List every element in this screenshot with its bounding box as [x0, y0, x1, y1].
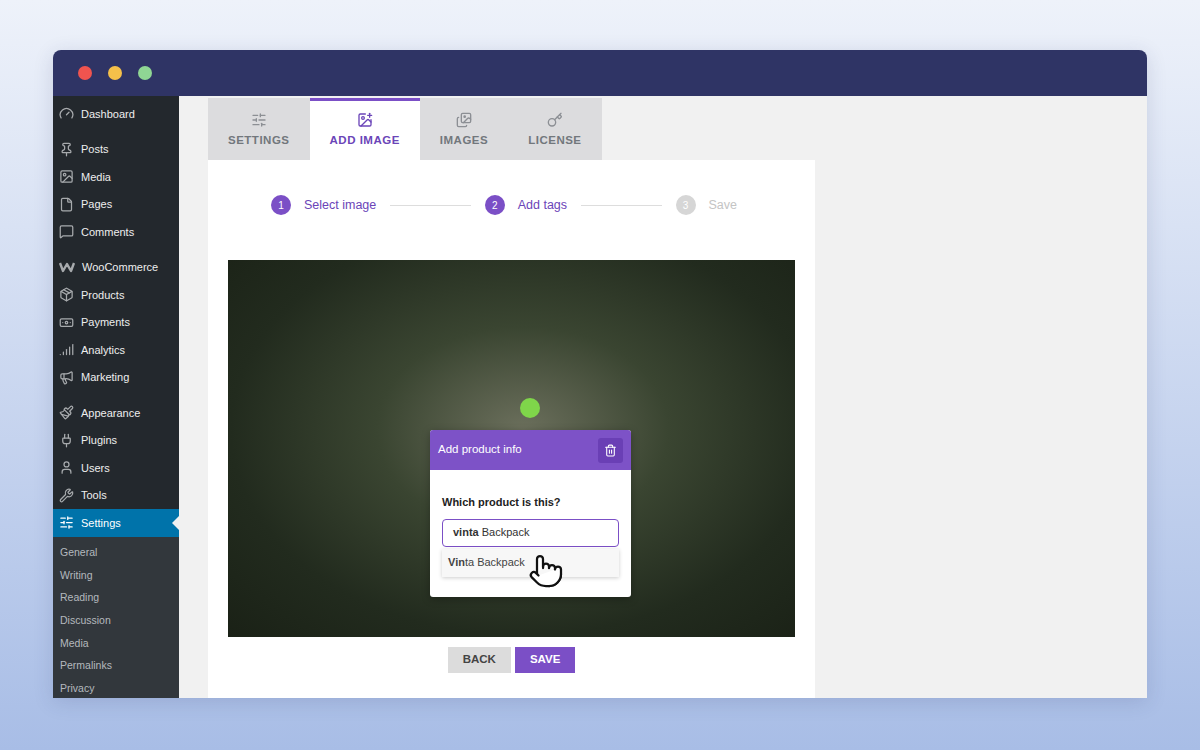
- product-input[interactable]: vinta Backpack: [442, 519, 619, 547]
- step-line: [581, 205, 661, 206]
- tab[interactable]: ADD IMAGE: [310, 98, 420, 160]
- sidebar-item[interactable]: Plugins: [53, 427, 179, 455]
- menu-icon: [59, 197, 74, 212]
- tab[interactable]: SETTINGS: [208, 98, 310, 160]
- sidebar-item[interactable]: Dashboard: [53, 100, 179, 128]
- tab[interactable]: LICENSE: [508, 98, 601, 160]
- submenu-item[interactable]: Discussion: [53, 610, 179, 633]
- step-number: 1: [271, 195, 291, 215]
- submenu-item[interactable]: Media: [53, 632, 179, 655]
- stepper: 1Select image 2Add tags 3Save: [208, 195, 815, 215]
- menu-icon: [59, 515, 74, 530]
- step: 1Select image: [271, 195, 376, 215]
- tab-icon: [251, 112, 267, 128]
- window-control[interactable]: [108, 66, 122, 80]
- delete-button[interactable]: [598, 438, 623, 463]
- button-row: BACKSAVE: [208, 647, 815, 673]
- action-button[interactable]: SAVE: [515, 647, 575, 673]
- question-label: Which product is this?: [442, 494, 619, 511]
- menu-icon: [59, 142, 74, 157]
- sidebar-item[interactable]: Settings: [53, 509, 179, 537]
- tag-marker[interactable]: [520, 398, 540, 418]
- popup-header: Add product info: [430, 430, 631, 470]
- sidebar-item[interactable]: Payments: [53, 309, 179, 337]
- menu-icon: [59, 460, 74, 475]
- tab-icon: [456, 112, 472, 128]
- menu-icon: [59, 169, 74, 184]
- menu-icon: [59, 106, 74, 121]
- menu-icon: [59, 433, 74, 448]
- sidebar-item[interactable]: Pages: [53, 191, 179, 219]
- step-number: 2: [485, 195, 505, 215]
- step: 3Save: [676, 195, 738, 215]
- woocommerce-icon: [59, 261, 75, 273]
- desktop: DashboardPostsMediaPagesCommentsWooComme…: [0, 0, 1200, 750]
- window: DashboardPostsMediaPagesCommentsWooComme…: [53, 50, 1147, 698]
- tab-icon: [547, 112, 563, 128]
- window-body: DashboardPostsMediaPagesCommentsWooComme…: [53, 96, 1147, 698]
- menu-icon: [59, 370, 74, 385]
- menu-icon: [59, 342, 74, 357]
- step: 2Add tags: [485, 195, 567, 215]
- tab[interactable]: IMAGES: [420, 98, 508, 160]
- sidebar-item[interactable]: Analytics: [53, 336, 179, 364]
- action-button[interactable]: BACK: [448, 647, 511, 673]
- title-bar: [53, 50, 1147, 96]
- submenu-item[interactable]: Reading: [53, 587, 179, 610]
- sidebar-item[interactable]: WooCommerce: [53, 254, 179, 282]
- hand-pointer-icon: [528, 553, 564, 589]
- sidebar-item[interactable]: Comments: [53, 218, 179, 246]
- step-number: 3: [676, 195, 696, 215]
- menu-icon: [59, 315, 74, 330]
- popup-body: Which product is this? vinta BackpackVint…: [430, 470, 631, 597]
- submenu-item[interactable]: General: [53, 542, 179, 565]
- sidebar-group: Dashboard: [53, 100, 179, 128]
- current-arrow: [172, 516, 179, 530]
- tag-popup: Add product info Which product is this? vi…: [430, 430, 631, 597]
- menu-icon: [59, 488, 74, 503]
- submenu-item[interactable]: Privacy: [53, 678, 179, 698]
- sidebar-item[interactable]: Media: [53, 163, 179, 191]
- sidebar: DashboardPostsMediaPagesCommentsWooComme…: [53, 96, 179, 698]
- hand-cursor: [528, 553, 564, 589]
- window-control[interactable]: [78, 66, 92, 80]
- tab-icon: [357, 112, 373, 128]
- sidebar-item[interactable]: Posts: [53, 136, 179, 164]
- menu-icon: [59, 405, 74, 420]
- tab-bar: SETTINGSADD IMAGEIMAGESLICENSE: [208, 98, 1147, 160]
- submenu: GeneralWritingReadingDiscussionMediaPerm…: [53, 537, 179, 699]
- sidebar-group: WooCommerceProductsPaymentsAnalyticsMark…: [53, 254, 179, 392]
- panel: 1Select image 2Add tags 3Save Add product i…: [208, 160, 815, 698]
- trash-icon: [604, 444, 617, 457]
- submenu-item[interactable]: Permalinks: [53, 655, 179, 678]
- sidebar-item[interactable]: Appearance: [53, 399, 179, 427]
- content: SETTINGSADD IMAGEIMAGESLICENSE1Select im…: [179, 96, 1147, 698]
- sidebar-item[interactable]: Users: [53, 454, 179, 482]
- sidebar-group: AppearancePluginsUsersToolsSettings: [53, 399, 179, 537]
- sidebar-group: PostsMediaPagesComments: [53, 136, 179, 246]
- sidebar-item[interactable]: Products: [53, 281, 179, 309]
- menu-icon: [59, 224, 74, 239]
- window-control[interactable]: [138, 66, 152, 80]
- suggestion-item[interactable]: Vinta Backpack: [442, 549, 619, 577]
- step-line: [390, 205, 470, 206]
- sidebar-item[interactable]: Marketing: [53, 364, 179, 392]
- submenu-item[interactable]: Writing: [53, 564, 179, 587]
- product-photo[interactable]: Add product info Which product is this? vi…: [228, 260, 795, 637]
- menu-icon: [59, 287, 74, 302]
- sidebar-item[interactable]: Tools: [53, 482, 179, 510]
